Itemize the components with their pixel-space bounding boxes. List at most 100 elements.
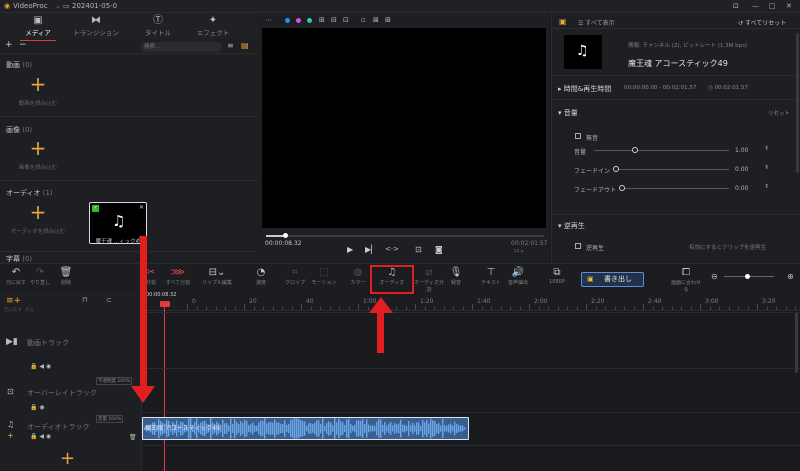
fade-in-value[interactable]: 0.00 [735, 166, 748, 173]
reset-all-label: すべてリセット [744, 20, 787, 27]
lock-icon[interactable]: ▫ [361, 16, 366, 24]
audio-track-add-icon[interactable]: + [7, 431, 14, 440]
audio-clip[interactable]: 魔王魂 アコースティック49 [142, 417, 469, 440]
motion-button[interactable]: ⬚ モーション [309, 267, 339, 286]
remove-item-icon[interactable]: ✕ [139, 204, 144, 211]
reverse-checkbox[interactable] [575, 243, 581, 249]
preview-dropdown[interactable]: ▭⌄ [514, 247, 525, 254]
fade-in-slider[interactable] [613, 166, 729, 172]
export-button[interactable]: ▣ 書き出し [581, 272, 644, 287]
overlay-track-controls[interactable]: 🔒 ◉ [30, 404, 45, 411]
ratio-icon[interactable]: ⊟ [331, 16, 337, 24]
color-dot-blue[interactable] [285, 18, 290, 23]
properties-scrollbar[interactable] [796, 33, 799, 173]
time-section-header[interactable]: ▸ 時間&再生時間 [558, 84, 611, 94]
magnet-icon[interactable]: ⊓ [82, 296, 87, 304]
color-button[interactable]: ◍ カラー [343, 267, 373, 286]
preview-progress-track[interactable] [266, 233, 544, 238]
zoom-slider-knob[interactable] [745, 274, 750, 279]
reverse-section-header[interactable]: ▾ 逆再生 [558, 221, 585, 231]
ruler-tick-mark [633, 307, 635, 310]
crop-button[interactable]: ⌗ クロップ [280, 267, 310, 286]
import-video-button[interactable]: + [28, 74, 48, 95]
volume-stepper-icon[interactable]: ⬍ [764, 145, 769, 152]
maximize-icon[interactable]: □ [769, 2, 776, 10]
close-icon[interactable]: ✕ [786, 2, 792, 10]
text-button[interactable]: ⊤ テキスト [476, 267, 506, 286]
crop-label: クロップ [284, 280, 305, 286]
color-dot-cyan[interactable] [307, 18, 312, 23]
volume-value[interactable]: 1.00 [735, 147, 748, 154]
search-input[interactable] [140, 42, 222, 52]
volume-reset[interactable]: リセット [768, 109, 790, 117]
audio-split-button[interactable]: ⧄ オーディオ分割 [414, 267, 444, 293]
fade-out-slider[interactable] [619, 185, 729, 191]
list-view-icon[interactable]: ≡ [227, 41, 234, 50]
lock-icon[interactable]: ⊡ [733, 2, 739, 10]
waveform-bar [418, 422, 420, 435]
add-media-icon[interactable]: + [5, 40, 13, 50]
fade-in-slider-knob[interactable] [613, 166, 619, 172]
fade-out-slider-knob[interactable] [619, 185, 625, 191]
show-all-link[interactable]: ☰ すべて表示 [578, 18, 615, 27]
color-dot-pink[interactable] [296, 18, 301, 23]
fade-in-stepper-icon[interactable]: ⬍ [764, 164, 769, 171]
volume-slider-knob[interactable] [631, 147, 638, 153]
playhead-handle[interactable] [160, 301, 170, 307]
grid-icon[interactable]: ⊞ [319, 16, 325, 24]
step-icon[interactable]: <·> [385, 245, 399, 253]
record-button[interactable]: 🎙 録音 [441, 267, 471, 286]
fade-out-value[interactable]: 0.00 [735, 185, 748, 192]
tab-effect[interactable]: ✦ エフェクト [183, 15, 243, 38]
panel-toggle-icon[interactable]: ▣ [559, 17, 567, 26]
split-all-button[interactable]: ⋙ すべて分割 [163, 267, 193, 286]
resolution-button[interactable]: ⧉ 1080P [542, 267, 572, 285]
rotate-icon[interactable]: ⊞ [385, 16, 391, 24]
waveform-bar [314, 422, 316, 435]
volume-section-header[interactable]: ▾ 音量 [558, 108, 578, 118]
app-name[interactable]: VideoProc [13, 2, 48, 10]
link-icon[interactable]: ⊂ [106, 296, 112, 304]
snapshot-icon[interactable]: ⊡ [415, 245, 422, 254]
tab-media[interactable]: ▣ メディア [8, 16, 68, 41]
playhead-line[interactable] [164, 307, 165, 471]
add-track-big-button[interactable]: + [60, 448, 75, 469]
effect-icon: ✦ [208, 15, 218, 26]
waveform-bar [416, 422, 418, 435]
delete-button[interactable]: 🗑 削除 [51, 267, 81, 286]
mute-checkbox[interactable] [575, 133, 581, 139]
extract-audio-button[interactable]: 🔊 音声抽出 [503, 267, 533, 286]
ruler-tick-label: 1:20 [420, 298, 434, 305]
play-icon[interactable]: ▶ [347, 245, 353, 254]
minimize-icon[interactable]: — [752, 2, 759, 10]
waveform-bar [298, 419, 300, 438]
remove-media-icon[interactable]: − [19, 40, 27, 50]
volume-slider[interactable] [594, 147, 729, 153]
fade-out-stepper-icon[interactable]: ⬍ [764, 183, 769, 190]
zoom-out-icon[interactable]: ⊖ [711, 272, 718, 281]
grid-view-icon[interactable]: ▤ [241, 41, 249, 50]
fullscreen-icon[interactable]: ◙ [435, 245, 443, 254]
reset-all-link[interactable]: ↺ すべてリセット [738, 18, 786, 27]
guide-icon[interactable]: ⋯ [265, 16, 272, 24]
ripple-edit-button[interactable]: ⊟⌄ リップル編集 [202, 267, 232, 286]
add-track-icon[interactable]: ≡+ [6, 296, 21, 306]
tab-transition[interactable]: ⧓ トランジション [66, 16, 126, 38]
import-image-button[interactable]: + [28, 138, 48, 159]
speed-button[interactable]: ◔ 速度 [246, 267, 276, 286]
tab-title[interactable]: Ⓣ タイトル [128, 16, 188, 38]
timeline-ruler[interactable]: 020401:001:201:402:002:202:403:003:203:4… [142, 293, 800, 311]
menu-chevron-icon[interactable]: ⌄ [55, 2, 61, 10]
video-track-controls[interactable]: 🔒 ◀ ◉ [30, 363, 51, 370]
safe-area-icon[interactable]: ⊡ [343, 16, 349, 24]
timeline-scrollbar[interactable] [795, 313, 798, 373]
preview-screen[interactable] [262, 28, 546, 228]
import-audio-button[interactable]: + [28, 202, 48, 223]
audio-track-controls[interactable]: 🔒 ◀ ◉ [30, 433, 51, 440]
zoom-slider[interactable] [724, 274, 774, 279]
snap-icon[interactable]: ⊠ [373, 16, 379, 24]
next-frame-icon[interactable]: ▶▏ [365, 245, 377, 254]
audio-track-delete-icon[interactable]: 🗑 [129, 434, 137, 441]
fit-screen-button[interactable]: ⧠ 画面に合わせる [671, 267, 701, 293]
zoom-in-icon[interactable]: ⊕ [787, 272, 794, 281]
